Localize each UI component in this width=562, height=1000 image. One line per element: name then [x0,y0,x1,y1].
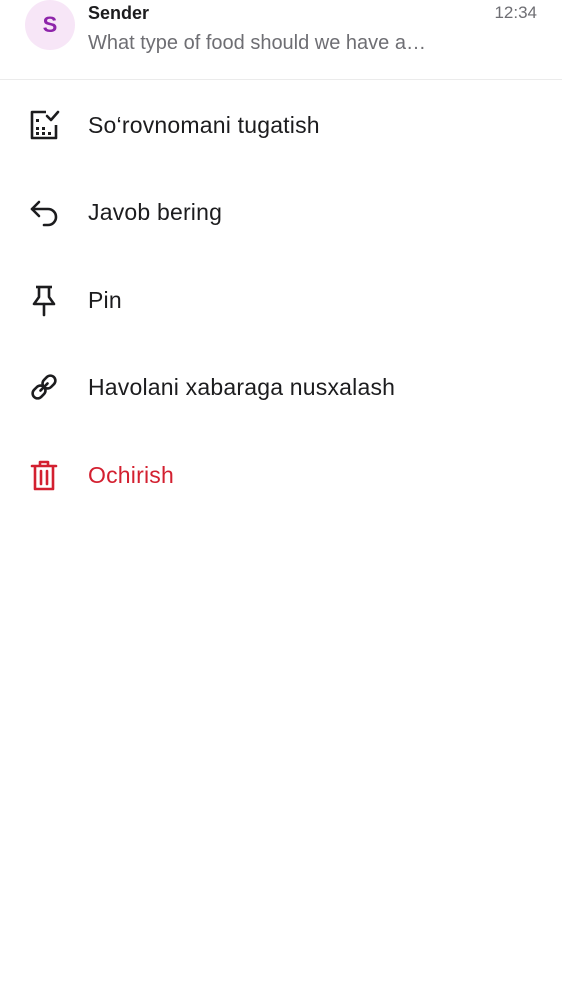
reply-label: Javob bering [88,199,223,226]
message-preview-header: S Sender What type of food should we hav… [0,0,562,80]
pin-icon [27,283,61,317]
delete-label: Ochirish [88,461,174,488]
poll-stop-icon [27,108,61,142]
context-menu: So‘rovnomani tugatish Javob bering Pin H… [0,81,562,519]
link-icon [27,370,61,404]
copy-link-menu-item[interactable]: Havolani xabaraga nusxalash [0,344,562,432]
delete-menu-item[interactable]: Ochirish [0,431,562,519]
sender-name: Sender [88,3,150,23]
pin-label: Pin [88,286,122,313]
reply-menu-item[interactable]: Javob bering [0,169,562,257]
copy-link-label: Havolani xabaraga nusxalash [88,374,396,401]
message-preview-text: What type of food should we have a… [88,32,426,54]
avatar: S [25,0,75,50]
end-poll-label: So‘rovnomani tugatish [88,111,320,138]
pin-menu-item[interactable]: Pin [0,256,562,344]
reply-icon [27,195,61,229]
trash-icon [27,458,61,492]
end-poll-menu-item[interactable]: So‘rovnomani tugatish [0,81,562,169]
message-time: 12:34 [494,3,537,22]
avatar-letter: S [42,12,58,37]
